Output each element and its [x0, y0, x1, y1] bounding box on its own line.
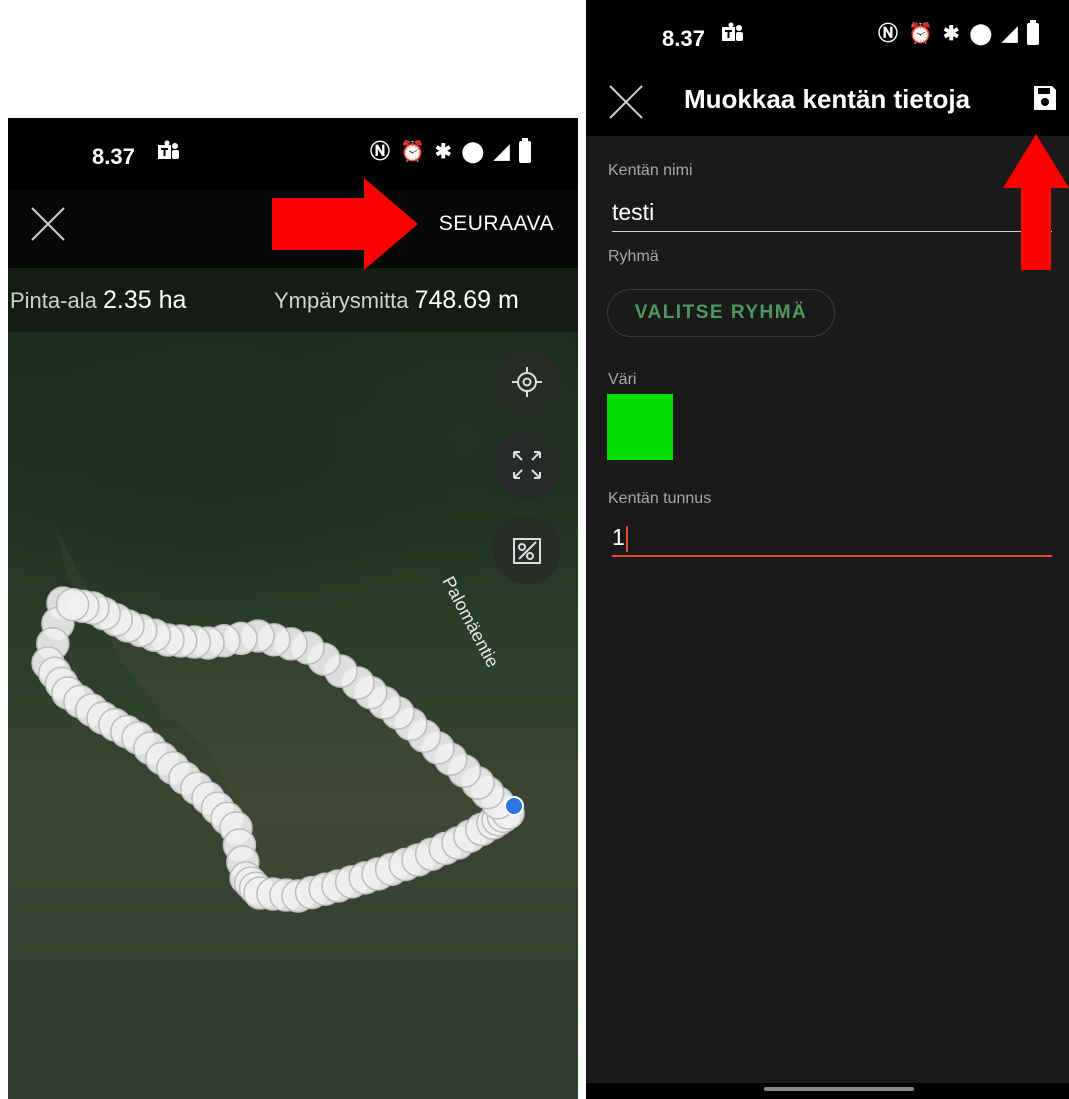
nfc-icon: Ⓝ	[370, 141, 390, 163]
locate-button[interactable]	[493, 348, 561, 416]
alarm-icon: ⏰	[908, 23, 933, 45]
field-name-input[interactable]: testi	[612, 199, 654, 226]
bluetooth-icon: ✱	[942, 23, 960, 45]
teams-icon	[720, 22, 743, 46]
expand-button[interactable]	[493, 431, 561, 499]
annotation-arrow-up	[1003, 134, 1069, 270]
teams-icon	[156, 140, 179, 164]
field-id-underline-active	[612, 555, 1052, 557]
area-measure: Pinta-ala 2.35 ha	[10, 286, 186, 315]
alarm-icon: ⏰	[400, 141, 425, 163]
area-label: Pinta-ala	[10, 288, 97, 313]
status-time: 8.37	[662, 26, 705, 51]
locate-icon	[512, 367, 542, 397]
status-bar: 8.37 Ⓝ ⏰ ✱ ⬤ ◢	[586, 0, 1069, 72]
navigation-bar	[586, 1083, 1069, 1099]
select-group-button[interactable]: VALITSE RYHMÄ	[607, 289, 835, 337]
field-name-label: Kentän nimi	[608, 162, 693, 179]
perimeter-label: Ympärysmitta	[274, 288, 409, 313]
next-button[interactable]: SEURAAVA	[439, 212, 554, 236]
status-time: 8.37	[92, 144, 135, 169]
measurement-bar: Pinta-ala 2.35 ha Ympärysmitta 748.69 m	[8, 268, 578, 332]
current-location-dot	[504, 796, 524, 816]
edit-field-icon	[513, 538, 541, 564]
field-name-underline	[612, 231, 1052, 232]
save-icon[interactable]	[1032, 84, 1058, 112]
perimeter-measure: Ympärysmitta 748.69 m	[274, 286, 519, 315]
nfc-icon: Ⓝ	[878, 23, 898, 45]
battery-icon	[519, 138, 532, 163]
location-pin-icon: ⬤	[969, 23, 993, 45]
track-point	[55, 587, 90, 622]
location-pin-icon: ⬤	[461, 141, 485, 163]
expand-icon	[513, 451, 541, 479]
page-title: Muokkaa kentän tietoja	[684, 84, 971, 114]
signal-icon: ◢	[1002, 23, 1018, 45]
close-icon[interactable]	[28, 204, 68, 244]
edit-field-button[interactable]	[493, 516, 561, 584]
color-label: Väri	[608, 371, 637, 388]
edit-field-screen: 8.37 Ⓝ ⏰ ✱ ⬤ ◢ Muokkaa kentän tietoja Ke…	[586, 0, 1069, 1099]
signal-icon: ◢	[494, 141, 510, 163]
perimeter-value: 748.69 m	[414, 286, 519, 314]
field-id-value: 1	[612, 524, 625, 550]
text-cursor	[625, 525, 628, 552]
color-swatch[interactable]	[607, 394, 673, 460]
group-label: Ryhmä	[608, 248, 659, 265]
battery-icon	[1027, 20, 1040, 45]
field-id-label: Kentän tunnus	[608, 490, 712, 507]
area-value: 2.35 ha	[102, 286, 187, 314]
home-gesture-handle[interactable]	[764, 1087, 914, 1091]
field-id-input[interactable]: 1	[612, 524, 628, 552]
bluetooth-icon: ✱	[434, 141, 452, 163]
annotation-arrow-right	[272, 178, 418, 270]
close-icon[interactable]	[606, 82, 646, 122]
